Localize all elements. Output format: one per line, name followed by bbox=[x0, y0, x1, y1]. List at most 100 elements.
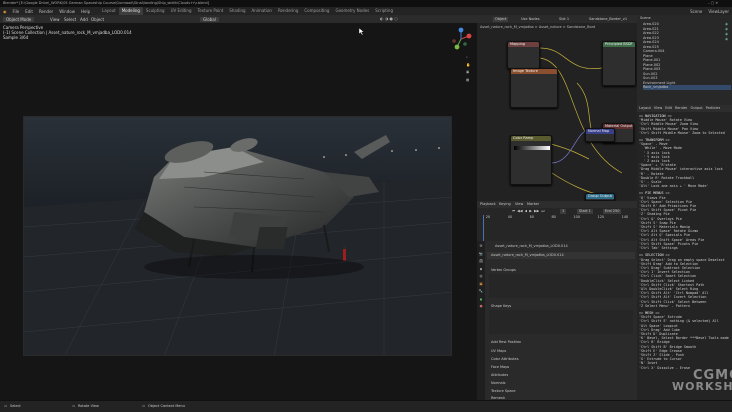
current-frame-field[interactable]: 1 bbox=[560, 209, 567, 214]
jump-end-icon[interactable]: ⏭ bbox=[541, 209, 544, 214]
transform-orientation-dropdown[interactable]: Global bbox=[200, 16, 219, 22]
menu-timeline-view[interactable]: View bbox=[515, 202, 523, 207]
object-tab-icon[interactable]: ▣ bbox=[479, 282, 482, 287]
tab-texture-paint[interactable]: Texture Paint bbox=[194, 7, 226, 15]
panel-uv-maps[interactable]: UV Maps bbox=[491, 349, 506, 354]
node-normal-map[interactable]: Normal Map bbox=[585, 128, 615, 142]
view-layer-selector[interactable]: ViewLayer bbox=[705, 9, 732, 14]
panel-shape-keys[interactable]: Shape Keys bbox=[491, 304, 511, 309]
menu-marker[interactable]: Marker bbox=[527, 202, 539, 207]
zoom-icon[interactable]: ⌕ bbox=[466, 55, 470, 60]
node-group-output[interactable]: Group Output bbox=[585, 193, 615, 201]
menu-file[interactable]: File bbox=[10, 9, 23, 14]
jump-start-icon[interactable]: ⏮ bbox=[512, 209, 515, 214]
material-tab-icon[interactable]: ● bbox=[479, 304, 482, 309]
tab-shading[interactable]: Shading bbox=[226, 7, 248, 15]
window-controls[interactable]: – ▢ ✕ bbox=[708, 1, 718, 6]
eye-icon[interactable]: ◉ bbox=[725, 22, 731, 27]
end-frame-field[interactable]: End 250 bbox=[603, 209, 622, 214]
tab-layout[interactable]: Layout bbox=[99, 7, 119, 15]
menu-text-particles[interactable]: Particles bbox=[706, 106, 721, 111]
panel-color-attributes[interactable]: Color Attributes bbox=[491, 357, 519, 362]
menu-object[interactable]: Object bbox=[91, 17, 104, 22]
world-tab-icon[interactable]: ◍ bbox=[479, 274, 482, 279]
menu-text-render[interactable]: Render bbox=[675, 106, 687, 111]
playhead[interactable] bbox=[483, 215, 484, 241]
menu-window[interactable]: Window bbox=[56, 9, 78, 14]
menu-add[interactable]: Add bbox=[80, 17, 88, 22]
status-select: Select bbox=[10, 404, 21, 408]
node-mapping[interactable]: Mapping bbox=[507, 41, 540, 69]
tick-label: 140 bbox=[621, 215, 629, 219]
outliner-item-selected[interactable]: Rock_vmjadba bbox=[643, 85, 731, 90]
perspective-grid-icon[interactable]: ▦ bbox=[466, 78, 470, 83]
mesh-data-tab-icon[interactable]: ▲ bbox=[480, 297, 483, 302]
eye-icon[interactable]: ◉ bbox=[725, 37, 731, 42]
slot-dropdown[interactable]: Slot 1 bbox=[559, 17, 569, 22]
menu-edit[interactable]: Edit bbox=[22, 9, 36, 14]
scene-tab-icon[interactable]: ◆ bbox=[480, 267, 483, 272]
menu-help[interactable]: Help bbox=[78, 9, 93, 14]
tab-rendering[interactable]: Rendering bbox=[275, 7, 301, 15]
panel-vertex-groups[interactable]: Vertex Groups bbox=[491, 268, 516, 273]
editor-type-dropdown[interactable]: Object bbox=[493, 17, 509, 22]
menu-playback[interactable]: Playback bbox=[480, 202, 496, 207]
vertex-groups-list[interactable] bbox=[489, 274, 633, 298]
node-image-texture[interactable]: Image Texture bbox=[510, 68, 558, 108]
hotkeys-text-panel: Layout View Edit Render Output Particles… bbox=[637, 105, 732, 400]
play-reverse-icon[interactable]: ◀ bbox=[525, 209, 528, 214]
render-preview bbox=[23, 116, 452, 356]
object-name-field[interactable]: Asset_nature_rock_M_vmjadba_LOD0.014 bbox=[487, 252, 635, 259]
spaceship-render-image bbox=[24, 117, 451, 355]
modifier-tab-icon[interactable]: 🔧 bbox=[479, 289, 483, 294]
tab-compositing[interactable]: Compositing bbox=[301, 7, 332, 15]
material-selector[interactable]: Sandstone_Border_v1 bbox=[589, 17, 635, 22]
eye-icon[interactable]: ◉ bbox=[725, 27, 731, 32]
prev-key-icon[interactable]: ◀◀ bbox=[517, 209, 522, 214]
menu-text-layout[interactable]: Layout bbox=[639, 106, 651, 111]
tab-animation[interactable]: Animation bbox=[249, 7, 275, 15]
pan-hand-icon[interactable]: ✋ bbox=[466, 63, 470, 68]
eye-icon[interactable]: ◉ bbox=[725, 32, 731, 37]
timeline[interactable]: Playback Keying View Marker ⏮ ◀◀ ◀ ▶ ▶▶ … bbox=[477, 201, 637, 241]
color-ramp-gradient[interactable] bbox=[514, 146, 550, 150]
panel-normals[interactable]: Normals bbox=[491, 381, 506, 386]
tool-tab-icon[interactable]: ⚒ bbox=[479, 244, 482, 249]
navigation-gizmo[interactable] bbox=[449, 27, 473, 51]
shading-buttons[interactable]: ◐ ◑ ● ○ bbox=[380, 16, 398, 21]
tab-geometry-nodes[interactable]: Geometry Nodes bbox=[332, 7, 372, 15]
panel-texture-space[interactable]: Texture Space bbox=[491, 389, 516, 394]
panel-face-maps[interactable]: Face Maps bbox=[491, 365, 509, 370]
properties-tab-column: ⚒ 📷 🖨 ◆ ◍ ▣ 🔧 ▲ ● bbox=[477, 241, 485, 400]
menu-view[interactable]: View bbox=[50, 17, 60, 22]
menu-text-edit[interactable]: Edit bbox=[665, 106, 672, 111]
mode-dropdown[interactable]: Object Mode bbox=[3, 16, 35, 22]
tab-sculpting[interactable]: Sculpting bbox=[143, 7, 168, 15]
menu-render[interactable]: Render bbox=[36, 9, 56, 14]
use-nodes-checkbox[interactable]: Use Nodes bbox=[521, 17, 540, 22]
menu-select[interactable]: Select bbox=[64, 17, 76, 22]
menu-text-view[interactable]: View bbox=[654, 106, 662, 111]
hotkey-line: 'Ctrl Shift Middle Mouse' Zoom to Select… bbox=[639, 130, 725, 135]
render-tab-icon[interactable]: 📷 bbox=[479, 252, 483, 257]
add-rest-position-checkbox[interactable]: Add Rest Position bbox=[491, 340, 521, 345]
menu-text-output[interactable]: Output bbox=[690, 106, 702, 111]
play-icon[interactable]: ▶ bbox=[529, 209, 532, 214]
3d-viewport[interactable]: Camera Perspective (-1) Scene Collection… bbox=[0, 23, 477, 400]
shader-node-editor[interactable]: Asset_nature_rock_M_vmjadba > Asset_natu… bbox=[477, 23, 637, 201]
blender-logo-icon[interactable]: ◉ bbox=[0, 9, 10, 14]
tab-scripting[interactable]: Scripting bbox=[372, 7, 396, 15]
node-color-ramp[interactable]: Color Ramp bbox=[510, 135, 552, 185]
tab-uv-editing[interactable]: UV Editing bbox=[168, 7, 195, 15]
node-principled-bsdf[interactable]: Principled BSDF bbox=[602, 41, 636, 86]
start-frame-field[interactable]: Start 1 bbox=[577, 209, 593, 214]
tab-modeling[interactable]: Modeling bbox=[118, 7, 143, 15]
scene-selector[interactable]: Scene bbox=[687, 9, 705, 14]
shape-keys-list[interactable] bbox=[489, 310, 633, 334]
camera-view-icon[interactable]: ▣ bbox=[466, 70, 470, 75]
next-key-icon[interactable]: ▶▶ bbox=[534, 209, 539, 214]
outliner[interactable]: Scene Area.020 Area.021 Area.022 Area.02… bbox=[637, 15, 732, 105]
output-tab-icon[interactable]: 🖨 bbox=[479, 259, 483, 264]
panel-attributes[interactable]: Attributes bbox=[491, 373, 508, 378]
menu-keying[interactable]: Keying bbox=[499, 202, 511, 207]
